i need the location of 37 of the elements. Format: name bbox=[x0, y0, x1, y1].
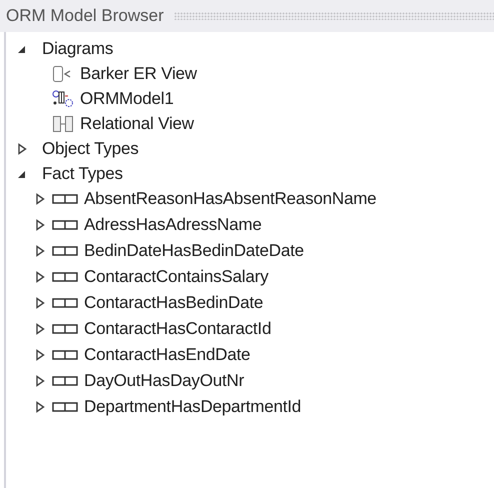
tree-item[interactable]: ContaractHasEndDate bbox=[84, 345, 250, 365]
panel-title: ORM Model Browser bbox=[6, 6, 164, 26]
fact-type-icon bbox=[52, 401, 78, 413]
expand-arrow-icon[interactable] bbox=[16, 142, 28, 154]
expand-arrow-icon[interactable] bbox=[34, 219, 46, 231]
fact-type-icon bbox=[52, 323, 78, 335]
expand-arrow-icon[interactable] bbox=[34, 193, 46, 205]
fact-type-icon bbox=[52, 271, 78, 283]
tree-item[interactable]: ContaractHasBedinDate bbox=[84, 293, 264, 313]
expand-arrow-icon[interactable] bbox=[34, 297, 46, 309]
fact-type-icon bbox=[52, 193, 78, 205]
expand-arrow-icon[interactable] bbox=[34, 401, 46, 413]
tree-item[interactable]: DepartmentHasDepartmentId bbox=[84, 397, 302, 417]
expand-arrow-icon[interactable] bbox=[34, 271, 46, 283]
tree-item[interactable]: DayOutHasDayOutNr bbox=[84, 371, 244, 391]
tree-item[interactable]: Fact Types bbox=[42, 164, 123, 184]
tree-item[interactable]: ContaractHasContaractId bbox=[84, 319, 272, 339]
model-diagram-icon bbox=[52, 90, 74, 108]
expand-arrow-icon[interactable] bbox=[34, 323, 46, 335]
tree-item[interactable]: AdressHasAdressName bbox=[84, 215, 262, 235]
tree-item[interactable]: Diagrams bbox=[42, 38, 114, 58]
tree-item[interactable]: BedinDateHasBedinDateDate bbox=[84, 241, 304, 261]
tree-item[interactable]: ContaractContainsSalary bbox=[84, 267, 268, 287]
fact-type-icon bbox=[52, 349, 78, 361]
expand-arrow-icon[interactable] bbox=[34, 245, 46, 257]
tree-item[interactable]: Barker ER View bbox=[80, 64, 197, 84]
expand-arrow-icon[interactable] bbox=[34, 375, 46, 387]
tree-item[interactable]: ORMModel1 bbox=[80, 88, 174, 108]
fact-type-icon bbox=[52, 297, 78, 309]
fact-type-icon bbox=[52, 219, 78, 231]
tree-item[interactable]: AbsentReasonHasAbsentReasonName bbox=[84, 189, 376, 209]
fact-type-icon bbox=[52, 245, 78, 257]
expand-arrow-icon[interactable] bbox=[34, 349, 46, 361]
table-view-icon bbox=[52, 114, 74, 132]
tree-item[interactable]: Relational View bbox=[80, 114, 194, 134]
tree-item[interactable]: Object Types bbox=[42, 138, 139, 158]
fact-type-icon bbox=[52, 375, 78, 387]
